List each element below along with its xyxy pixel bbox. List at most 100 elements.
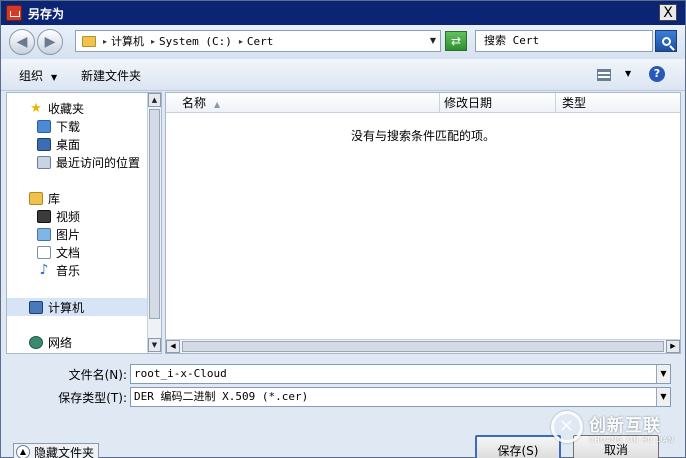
nav-item-computer[interactable]: 计算机 xyxy=(7,298,147,316)
navigation-tree: ★ 收藏夹 下载 桌面 最近访问的位置 库 视频 图片 文档 ♪ 音乐 计算机 … xyxy=(7,93,147,353)
chevron-down-icon[interactable]: ▼ xyxy=(656,365,670,383)
search-button[interactable] xyxy=(655,30,677,52)
column-headers: 名称 ▲ 修改日期 类型 xyxy=(166,93,680,113)
command-toolbar: 组织 ▼ 新建文件夹 ▼ ? xyxy=(1,59,685,91)
filetype-row: 保存类型(T): DER 编码二进制 X.509 (*.cer) ▼ xyxy=(1,387,685,407)
nav-item-network[interactable]: 网络 xyxy=(7,333,147,351)
nav-item-music[interactable]: ♪ 音乐 xyxy=(7,261,147,279)
title-bar[interactable]: 另存为 X xyxy=(1,1,685,25)
nav-item-libraries[interactable]: 库 xyxy=(7,189,147,207)
chevron-down-icon[interactable]: ▼ xyxy=(430,36,436,45)
save-button[interactable]: 保存(S) xyxy=(475,435,561,458)
network-icon xyxy=(29,335,43,349)
nav-item-recent-places[interactable]: 最近访问的位置 xyxy=(7,153,147,171)
nav-item-label: 桌面 xyxy=(56,137,81,152)
nav-item-label: 收藏夹 xyxy=(48,101,85,116)
column-header-name[interactable]: 名称 ▲ xyxy=(166,93,440,113)
scroll-left-button[interactable]: ◀ xyxy=(166,340,180,353)
brand-text: 创新互联 CHUANG XIN HU LIAN xyxy=(589,411,674,444)
brand-name-cn: 创新互联 xyxy=(589,415,661,436)
organize-label: 组织 xyxy=(19,69,44,83)
folder-icon xyxy=(82,35,96,47)
filename-value: root_i-x-Cloud xyxy=(134,367,227,380)
nav-item-label: 文档 xyxy=(56,245,81,260)
hide-folders-button[interactable]: ▲ 隐藏文件夹 xyxy=(13,443,100,458)
nav-item-pictures[interactable]: 图片 xyxy=(7,225,147,243)
downloads-icon xyxy=(37,119,51,133)
chevron-right-icon[interactable]: ▸ xyxy=(239,37,243,46)
refresh-icon: ⇄ xyxy=(450,34,462,48)
nav-item-label: 最近访问的位置 xyxy=(56,155,141,170)
breadcrumb-system-drive[interactable]: System (C:) xyxy=(159,35,232,48)
help-icon[interactable]: ? xyxy=(649,66,665,82)
brand-watermark: 创新互联 CHUANG XIN HU LIAN xyxy=(551,407,681,447)
organize-menu[interactable]: 组织 ▼ xyxy=(19,67,57,84)
chevron-right-icon[interactable]: ▸ xyxy=(151,37,155,46)
file-list[interactable]: 名称 ▲ 修改日期 类型 没有与搜索条件匹配的项。 ◀ ▶ xyxy=(165,92,681,354)
chevron-up-icon: ▲ xyxy=(16,445,30,458)
arrow-right-icon: ▶ xyxy=(44,34,56,50)
close-icon: X xyxy=(663,4,673,21)
computer-icon xyxy=(29,300,43,314)
picture-icon xyxy=(37,227,51,241)
library-icon xyxy=(29,191,43,205)
empty-results-message: 没有与搜索条件匹配的项。 xyxy=(350,129,495,143)
view-options-icon[interactable] xyxy=(597,69,611,81)
nav-scrollbar[interactable]: ▲ ▼ xyxy=(147,93,161,353)
music-icon: ♪ xyxy=(39,261,49,278)
breadcrumb-cert[interactable]: Cert xyxy=(247,35,274,48)
file-list-scrollbar[interactable]: ◀ ▶ xyxy=(166,339,680,353)
refresh-button[interactable]: ⇄ xyxy=(445,31,467,51)
nav-item-label: 音乐 xyxy=(56,263,81,278)
nav-item-label: 图片 xyxy=(56,227,81,242)
forward-button[interactable]: ▶ xyxy=(37,29,63,55)
chevron-down-icon[interactable]: ▼ xyxy=(625,69,631,78)
new-folder-button[interactable]: 新建文件夹 xyxy=(81,67,141,84)
scroll-thumb[interactable] xyxy=(182,341,664,352)
scroll-right-button[interactable]: ▶ xyxy=(666,340,680,353)
recent-places-icon xyxy=(37,155,51,169)
window-title: 另存为 xyxy=(28,6,65,21)
save-as-dialog: 另存为 X ◀ ▶ ▸ 计算机 ▸ System (C:) ▸ Cert ▼ ⇄… xyxy=(0,0,686,458)
address-row: ◀ ▶ ▸ 计算机 ▸ System (C:) ▸ Cert ▼ ⇄ 搜索 Ce… xyxy=(1,25,685,59)
hide-folders-label: 隐藏文件夹 xyxy=(34,445,95,458)
filetype-label: 保存类型(T): xyxy=(58,391,127,405)
filename-label: 文件名(N): xyxy=(68,368,127,382)
desktop-icon xyxy=(37,137,51,151)
scroll-up-button[interactable]: ▲ xyxy=(148,93,161,107)
nav-item-label: 下载 xyxy=(56,119,81,134)
chevron-down-icon: ▼ xyxy=(51,73,58,82)
close-button[interactable]: X xyxy=(659,4,677,21)
nav-item-label: 库 xyxy=(48,191,61,206)
column-header-type[interactable]: 类型 xyxy=(556,93,680,113)
navigation-pane: ★ 收藏夹 下载 桌面 最近访问的位置 库 视频 图片 文档 ♪ 音乐 计算机 … xyxy=(6,92,162,354)
scroll-thumb[interactable] xyxy=(149,109,160,319)
brand-name-en: CHUANG XIN HU LIAN xyxy=(589,435,674,444)
nav-item-label: 计算机 xyxy=(48,300,85,315)
nav-item-videos[interactable]: 视频 xyxy=(7,207,147,225)
sort-ascending-icon: ▲ xyxy=(214,100,221,109)
nav-item-favorites[interactable]: ★ 收藏夹 xyxy=(7,99,147,117)
chevron-right-icon[interactable]: ▸ xyxy=(103,37,107,46)
video-icon xyxy=(37,209,51,223)
document-icon xyxy=(37,245,51,259)
column-header-date-modified[interactable]: 修改日期 xyxy=(440,93,556,113)
filename-input[interactable]: root_i-x-Cloud ▼ xyxy=(130,364,671,384)
back-button[interactable]: ◀ xyxy=(9,29,35,55)
app-icon xyxy=(6,5,22,21)
breadcrumb-computer[interactable]: 计算机 xyxy=(111,33,144,49)
address-bar[interactable]: ▸ 计算机 ▸ System (C:) ▸ Cert ▼ xyxy=(75,30,441,52)
nav-item-label: 视频 xyxy=(56,209,81,224)
chevron-down-icon[interactable]: ▼ xyxy=(656,388,670,406)
search-input[interactable]: 搜索 Cert xyxy=(475,30,653,52)
star-icon: ★ xyxy=(30,100,42,116)
filename-row: 文件名(N): root_i-x-Cloud ▼ xyxy=(1,364,685,384)
scroll-down-button[interactable]: ▼ xyxy=(148,338,161,352)
nav-item-downloads[interactable]: 下载 xyxy=(7,117,147,135)
search-icon xyxy=(661,36,671,46)
brand-logo-icon xyxy=(551,411,583,443)
filetype-select[interactable]: DER 编码二进制 X.509 (*.cer) ▼ xyxy=(130,387,671,407)
nav-item-documents[interactable]: 文档 xyxy=(7,243,147,261)
filetype-value: DER 编码二进制 X.509 (*.cer) xyxy=(134,390,309,403)
nav-item-desktop[interactable]: 桌面 xyxy=(7,135,147,153)
